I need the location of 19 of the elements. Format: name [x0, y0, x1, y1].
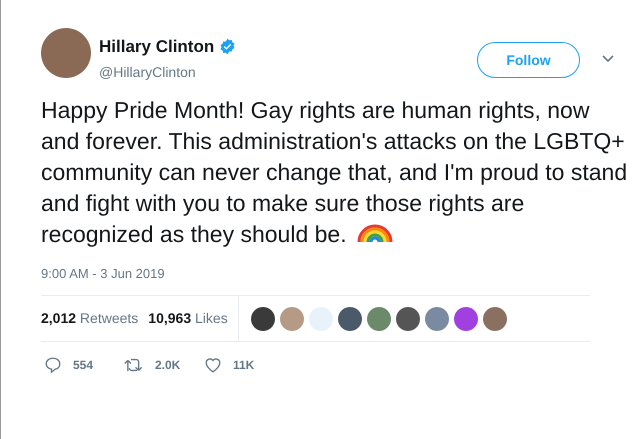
reply-icon[interactable]	[44, 356, 62, 374]
action-count: 554	[73, 357, 94, 374]
heart-icon[interactable]	[204, 356, 222, 374]
chevron-down-icon[interactable]	[602, 55, 614, 63]
liker-avatar-placeholder[interactable]	[454, 306, 478, 330]
author-name[interactable]: Hillary Clinton	[99, 34, 214, 60]
retweet-icon[interactable]	[124, 356, 144, 374]
action-count: 2.0K	[155, 357, 180, 374]
rainbow-icon	[356, 222, 393, 242]
liker-avatar-placeholder[interactable]	[396, 306, 420, 330]
liker-avatar-placeholder[interactable]	[250, 306, 275, 330]
liker-avatar-placeholder[interactable]	[338, 306, 362, 330]
stat-link[interactable]: 2,012 Retweets	[41, 308, 138, 329]
tweet-text: Happy Pride Month! Gay rights are human rights, now and forever. This administration's attacks on the LGBTQ+ community can never change that, and I'm proud to stand and fight with you to make sure those rights are recognized as they should be.	[41, 96, 628, 249]
avatar-placeholder[interactable]	[41, 28, 91, 78]
tweet-timestamp[interactable]: 9:00 AM - 3 Jun 2019	[41, 264, 614, 283]
author-handle[interactable]: @HillaryClinton	[99, 62, 477, 82]
stat-link[interactable]: 10,963 Likes	[148, 308, 228, 329]
action-count: 11K	[233, 357, 254, 374]
